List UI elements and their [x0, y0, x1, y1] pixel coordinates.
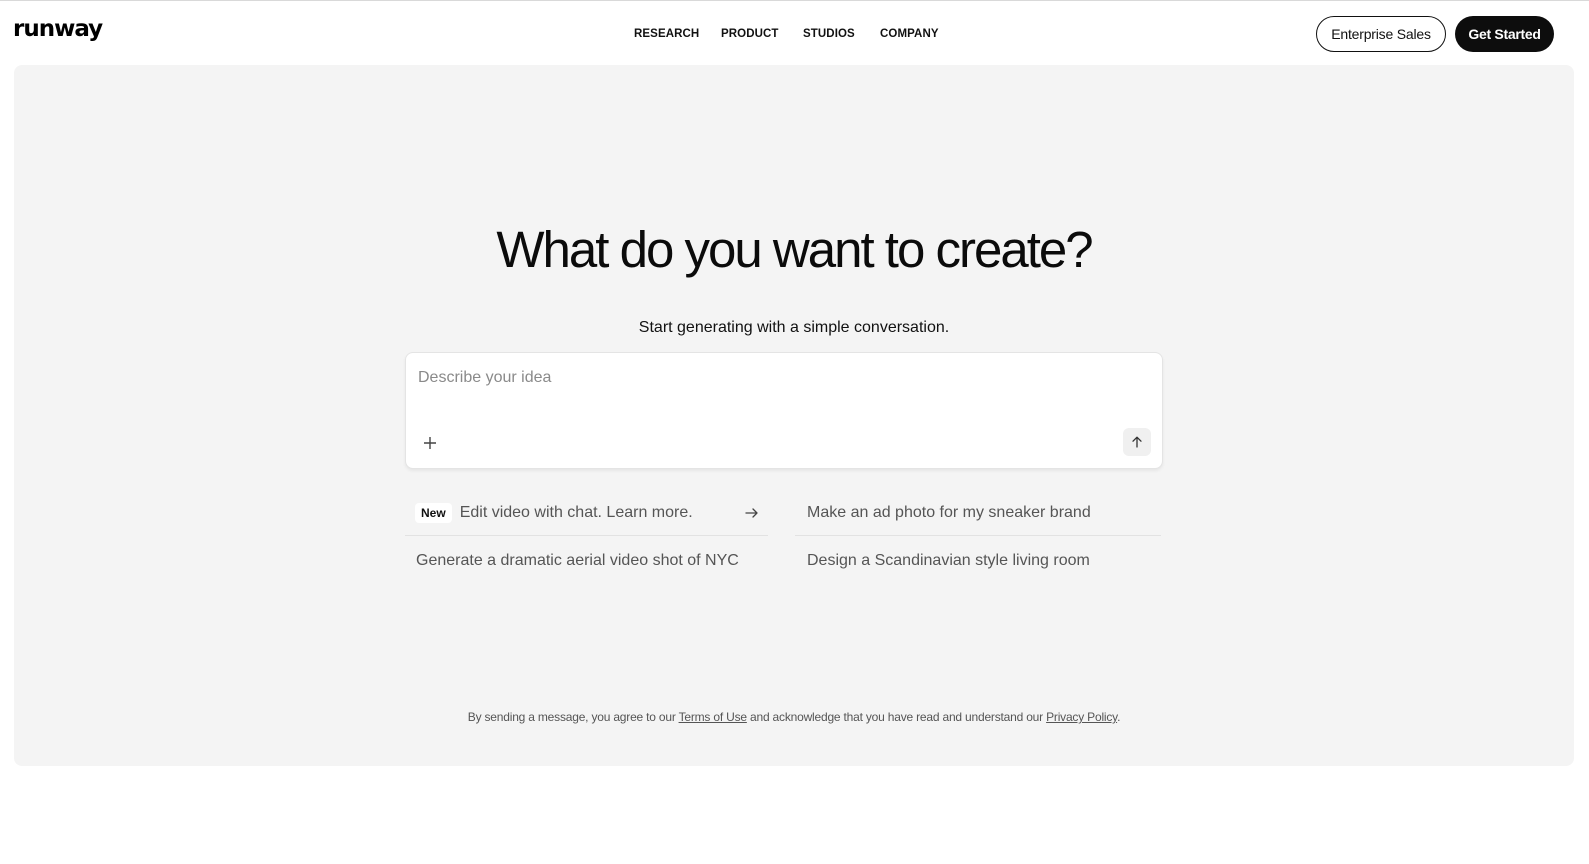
hero-subtitle: Start generating with a simple conversat… — [638, 319, 950, 336]
suggestion-label: Make an ad photo for my sneaker brand — [807, 504, 1091, 521]
plus-icon[interactable] — [420, 433, 440, 453]
nav-studios[interactable]: STUDIOS — [803, 28, 855, 40]
prompt-input[interactable] — [418, 365, 1108, 391]
suggestion-label: Edit video with chat. Learn more. — [459, 504, 693, 521]
arrow-right-icon — [745, 508, 758, 518]
privacy-policy-link[interactable]: Privacy Policy — [1046, 710, 1117, 724]
get-started-button[interactable]: Get Started — [1455, 16, 1554, 52]
legal-middle: and acknowledge that you have read and u… — [746, 710, 1047, 724]
plus-icon-glyph — [424, 437, 436, 449]
enterprise-sales-button[interactable]: Enterprise Sales — [1316, 16, 1446, 52]
legal-suffix: . — [1117, 710, 1121, 724]
arrow-up-icon — [1132, 436, 1142, 448]
legal-notice: By sending a message, you agree to our T… — [14, 710, 1574, 724]
suggestion-edit-video[interactable]: New Edit video with chat. Learn more. — [405, 491, 768, 536]
legal-prefix: By sending a message, you agree to our — [467, 710, 679, 724]
suggestion-aerial-video[interactable]: Generate a dramatic aerial video shot of… — [405, 538, 768, 583]
suggestion-ad-photo[interactable]: Make an ad photo for my sneaker brand — [795, 491, 1161, 536]
suggestion-label: Generate a dramatic aerial video shot of… — [416, 551, 739, 569]
nav-product[interactable]: PRODUCT — [721, 28, 779, 40]
nav-research[interactable]: RESEARCH — [634, 28, 699, 40]
suggestion-living-room[interactable]: Design a Scandinavian style living room — [795, 538, 1161, 583]
suggestion-label: Design a Scandinavian style living room — [807, 551, 1090, 569]
terms-of-use-link[interactable]: Terms of Use — [679, 710, 747, 724]
hero-title: What do you want to create? — [496, 221, 1093, 278]
send-button[interactable] — [1123, 428, 1151, 456]
suggestions-list: New Edit video with chat. Learn more. Ma… — [405, 491, 1163, 589]
nav-company[interactable]: COMPANY — [880, 28, 939, 40]
site-header: runway RESEARCH PRODUCT STUDIOS COMPANY … — [0, 1, 1589, 65]
new-badge: New — [415, 503, 452, 523]
runway-logo[interactable]: runway — [13, 16, 103, 42]
prompt-box — [405, 352, 1163, 469]
hero-panel: What do you want to create? Start genera… — [14, 65, 1574, 766]
